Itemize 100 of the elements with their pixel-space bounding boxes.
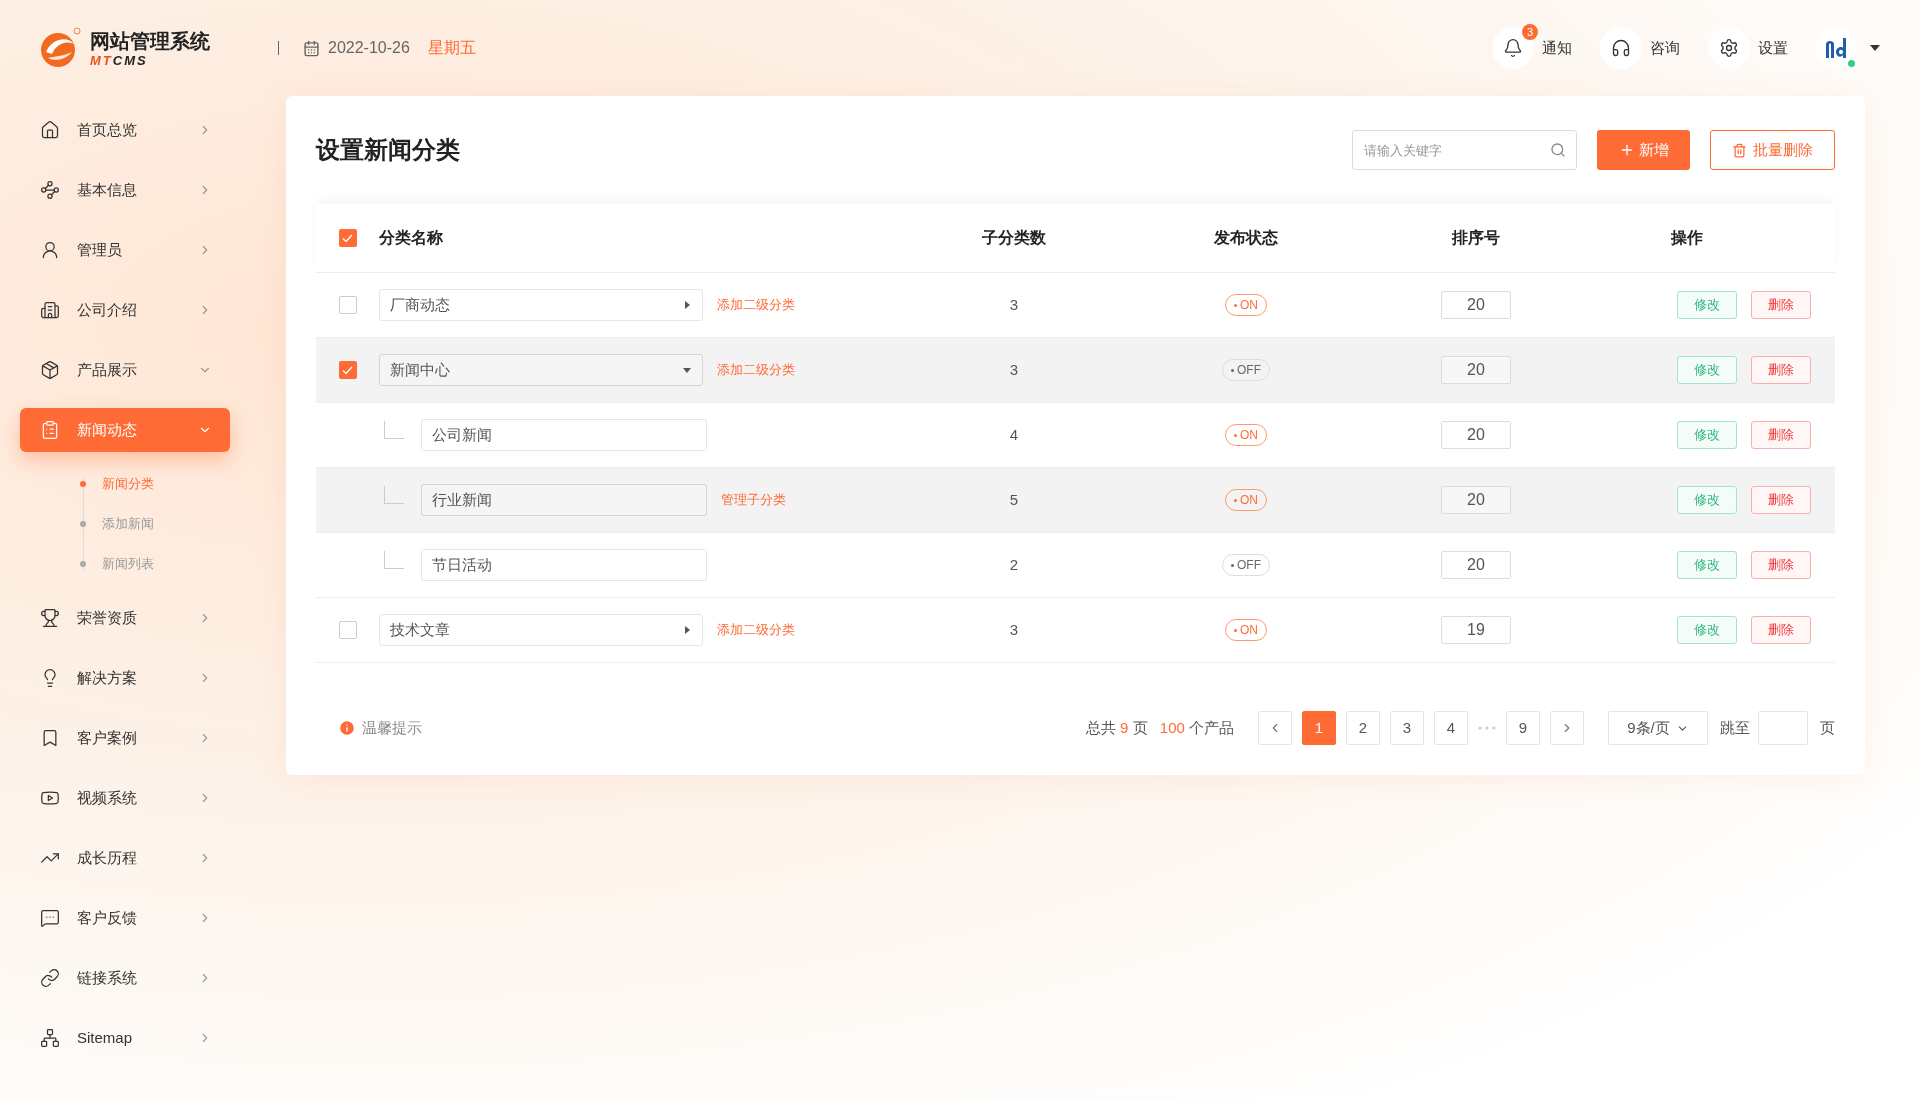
- calendar-icon: [303, 39, 320, 57]
- sort-number-field[interactable]: 20: [1441, 291, 1511, 319]
- avatar[interactable]: [1816, 28, 1856, 68]
- video-icon: [40, 788, 60, 808]
- header-label[interactable]: 设置: [1758, 36, 1788, 60]
- headset-icon: [1611, 38, 1631, 58]
- checkbox[interactable]: [338, 296, 357, 314]
- document-icon: [40, 420, 60, 440]
- box-icon: [40, 360, 60, 380]
- page-button[interactable]: 2: [1346, 711, 1380, 745]
- avatar-logo-icon: [1824, 36, 1848, 60]
- page-title: 设置新闻分类: [316, 135, 461, 165]
- nodes-icon: [40, 180, 60, 200]
- delete-button[interactable]: 删除: [1751, 291, 1811, 319]
- tree-connector: [384, 421, 404, 439]
- sidebar-item[interactable]: 产品展示: [20, 348, 230, 392]
- column-header: 发布状态: [1214, 229, 1278, 246]
- checkbox[interactable]: [338, 361, 357, 379]
- header-label[interactable]: 咨询: [1650, 36, 1680, 60]
- caret-down-icon[interactable]: [682, 365, 692, 375]
- header-label[interactable]: 通知: [1542, 36, 1572, 60]
- search-field[interactable]: 请输入关键字: [1352, 130, 1577, 170]
- sort-number-field[interactable]: 20: [1441, 356, 1511, 384]
- sidebar-item[interactable]: 链接系统: [20, 956, 230, 1000]
- logo-subtitle: MTCMS: [90, 52, 149, 68]
- subcategory-count: 3: [1009, 295, 1019, 313]
- subcategory-count: 2: [1009, 555, 1019, 573]
- caret-down-icon[interactable]: [1870, 45, 1880, 51]
- subcategory-count: 3: [1009, 620, 1019, 638]
- jump-unit: 页: [1820, 717, 1835, 738]
- checkbox[interactable]: [338, 229, 357, 247]
- ellipsis-icon: [1478, 726, 1496, 730]
- delete-button[interactable]: 删除: [1751, 486, 1811, 514]
- trash-icon: [1732, 142, 1747, 158]
- sidebar-item[interactable]: 荣誉资质: [20, 596, 230, 640]
- delete-button[interactable]: 删除: [1751, 616, 1811, 644]
- page-button[interactable]: 9: [1506, 711, 1540, 745]
- pagination-summary: 总共 9 页 100 个产品: [1085, 717, 1234, 738]
- table-row[interactable]: 新闻中心 添加二级分类 3 OFF 20 修改 删除: [316, 338, 1835, 403]
- sidebar-item[interactable]: 视频系统: [20, 776, 230, 820]
- sidebar-item[interactable]: 管理员: [20, 228, 230, 272]
- sort-number-field[interactable]: 19: [1441, 616, 1511, 644]
- jump-page-field[interactable]: [1758, 711, 1808, 745]
- tree-connector: [384, 486, 404, 504]
- message-icon: [40, 908, 60, 928]
- sidebar-item[interactable]: 基本信息: [20, 168, 230, 212]
- checkmark-icon: [342, 365, 353, 375]
- info-icon: [338, 719, 356, 737]
- caret-right-icon[interactable]: [682, 300, 692, 310]
- category-name-field[interactable]: 公司新闻: [421, 419, 707, 451]
- date-text: 2022-10-26: [328, 38, 410, 58]
- weekday-text: 星期五: [427, 38, 476, 58]
- sort-number-field[interactable]: 20: [1441, 551, 1511, 579]
- sitemap-icon: [40, 1028, 60, 1048]
- sidebar-item[interactable]: 客户案例: [20, 716, 230, 760]
- sort-number-field[interactable]: 20: [1441, 421, 1511, 449]
- checkbox[interactable]: [338, 621, 357, 639]
- building-icon: [40, 300, 60, 320]
- sidebar-item[interactable]: 首页总览: [20, 108, 230, 152]
- user-icon: [40, 240, 60, 260]
- delete-button[interactable]: 删除: [1751, 551, 1811, 579]
- column-header: 子分类数: [982, 229, 1046, 246]
- sidebar-item[interactable]: 客户反馈: [20, 896, 230, 940]
- page-button[interactable]: 3: [1390, 711, 1424, 745]
- tip-text[interactable]: 温馨提示: [362, 716, 422, 740]
- notification-badge: 3: [1522, 24, 1538, 40]
- search-icon[interactable]: [1550, 142, 1566, 158]
- caret-right-icon[interactable]: [682, 625, 692, 635]
- sidebar-item[interactable]: 公司介绍: [20, 288, 230, 332]
- category-name-field[interactable]: 厂商动态: [379, 289, 703, 321]
- bell-icon: [1503, 38, 1523, 58]
- page-size-select[interactable]: 9条/页: [1608, 711, 1708, 745]
- tree-connector: [384, 551, 404, 569]
- sort-number-field[interactable]: 20: [1441, 486, 1511, 514]
- sidebar-item[interactable]: 解决方案: [20, 656, 230, 700]
- logo-icon: [38, 26, 82, 70]
- subcategory-count: 4: [1009, 425, 1019, 443]
- checkmark-icon: [342, 233, 353, 243]
- column-header: 操作: [1670, 229, 1703, 246]
- sidebar-item[interactable]: Sitemap: [20, 1016, 230, 1060]
- link-icon: [40, 968, 60, 988]
- category-name-field[interactable]: 节日活动: [421, 549, 707, 581]
- subcategory-count: 3: [1009, 360, 1019, 378]
- settings-icon: [1719, 38, 1739, 58]
- home-icon: [40, 120, 60, 140]
- trophy-icon: [40, 608, 60, 628]
- settings-button[interactable]: [1708, 27, 1750, 69]
- delete-button[interactable]: 删除: [1751, 356, 1811, 384]
- page-button[interactable]: 4: [1434, 711, 1468, 745]
- category-name-field[interactable]: 行业新闻: [421, 484, 707, 516]
- table-row[interactable]: 行业新闻 管理子分类 5 ON 20 修改 删除: [316, 468, 1835, 533]
- jump-label: 跳至: [1720, 717, 1750, 738]
- category-name-field[interactable]: 技术文章: [379, 614, 703, 646]
- delete-button[interactable]: 删除: [1751, 421, 1811, 449]
- category-name-field[interactable]: 新闻中心: [379, 354, 703, 386]
- sidebar-item[interactable]: 成长历程: [20, 836, 230, 880]
- subcategory-count: 5: [1009, 490, 1019, 508]
- column-header: 分类名称: [379, 229, 443, 246]
- headset-button[interactable]: [1600, 27, 1642, 69]
- column-header: 排序号: [1452, 229, 1500, 246]
